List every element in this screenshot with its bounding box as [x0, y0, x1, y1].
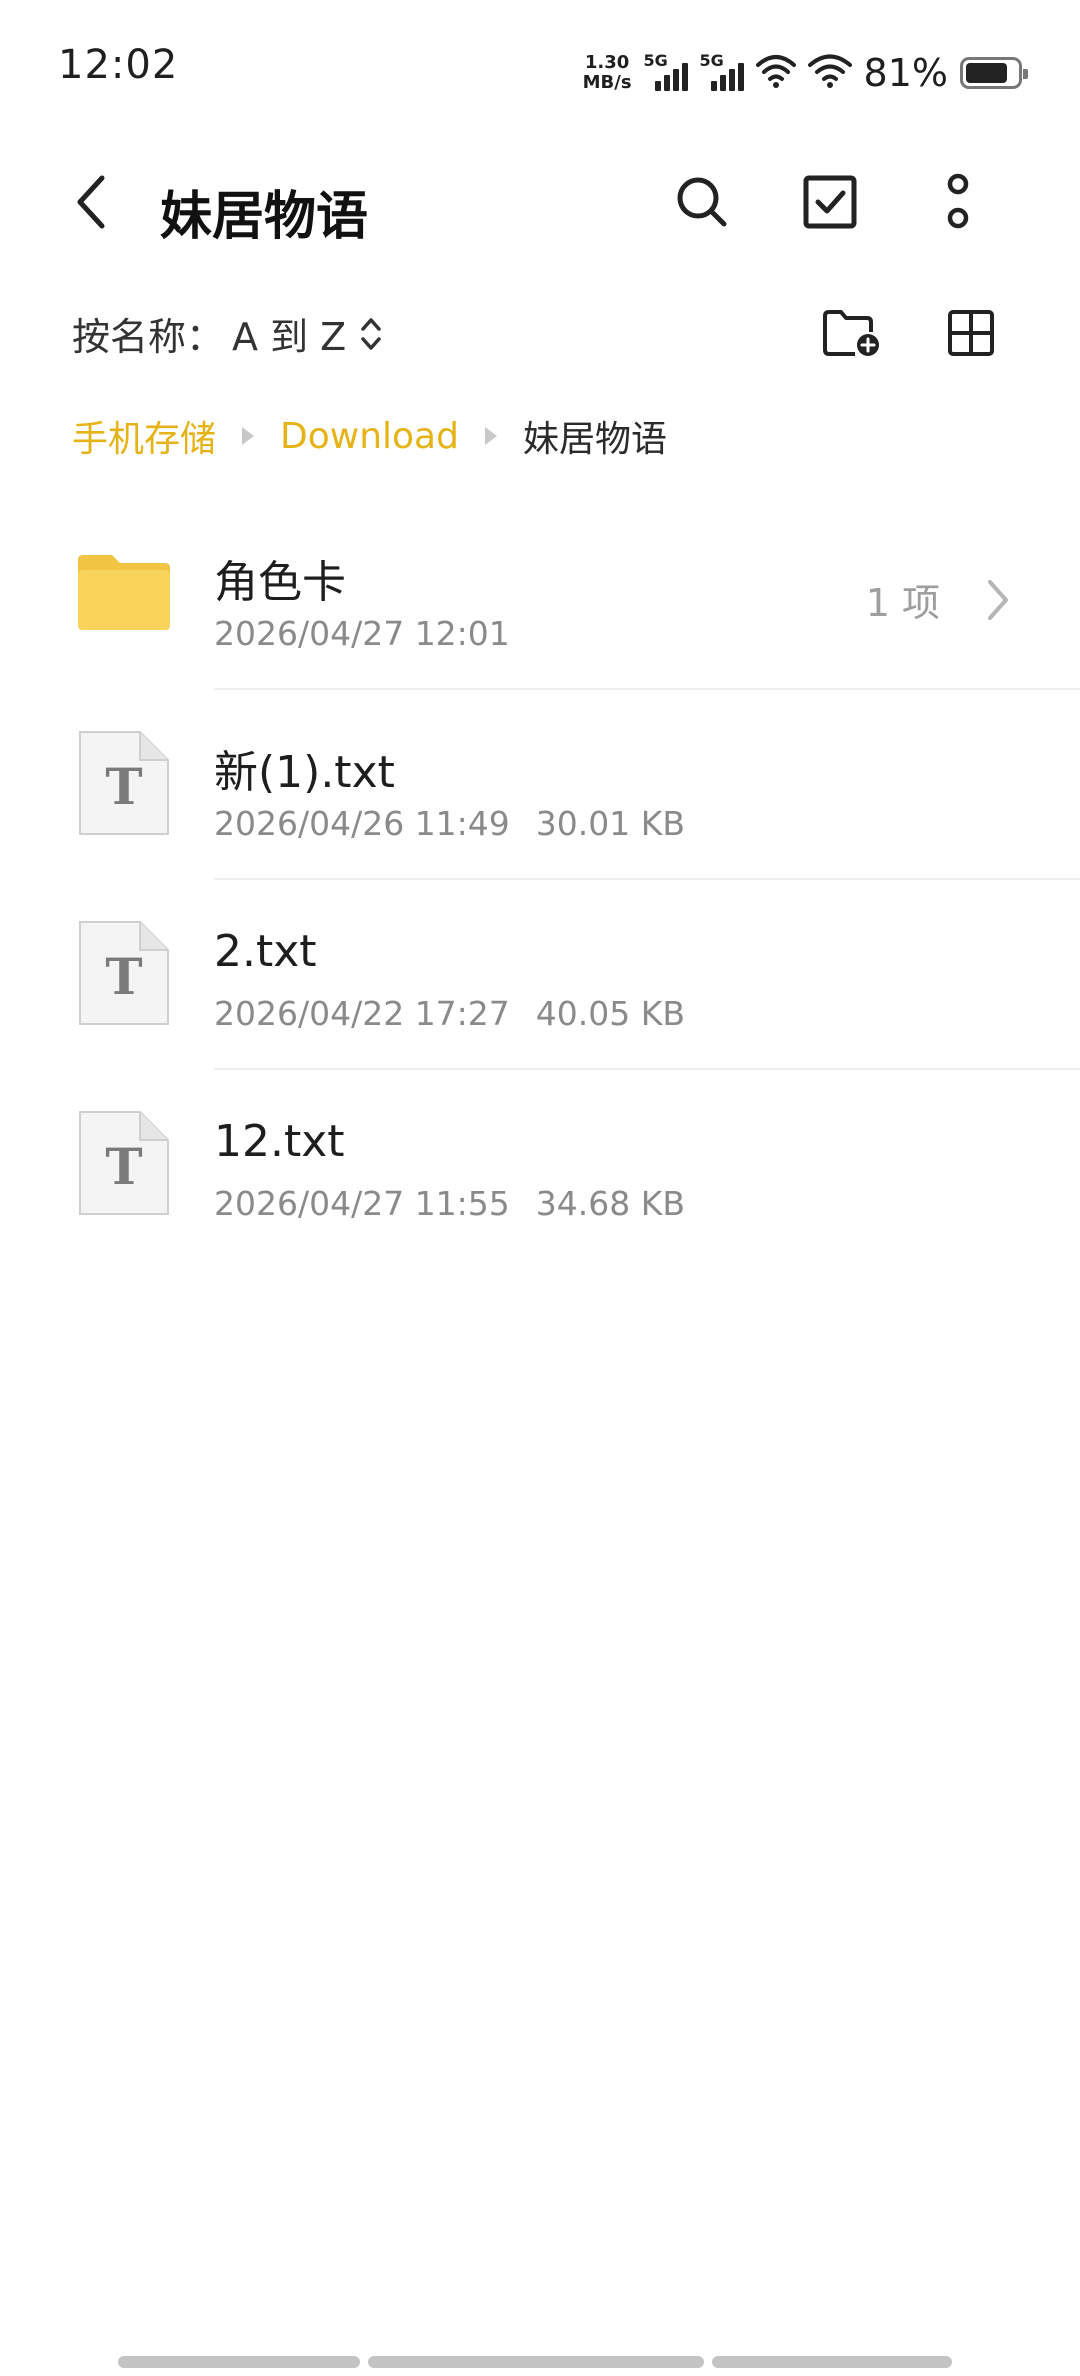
- svg-text:T: T: [105, 757, 142, 816]
- checkbox-icon: [802, 174, 858, 234]
- battery-cap: [1023, 69, 1028, 79]
- chevron-right-icon: [986, 578, 1012, 626]
- sort-selector[interactable]: 按名称： A 到 Z: [72, 306, 382, 361]
- text-file-icon: T: [74, 728, 174, 838]
- folder-item-count: 1 项: [865, 581, 940, 625]
- battery-percent: 81%: [863, 51, 948, 95]
- wifi-icon-1: [755, 53, 796, 93]
- network-speed-unit: MB/s: [582, 72, 632, 93]
- view-toggle-button[interactable]: [936, 300, 1006, 370]
- top-app-bar: 妹居物语: [0, 150, 1080, 260]
- file-manager-screen: 12:02 1.30 MB/s 5G 5G 81% 妹居物语 按名称： A 到 …: [0, 0, 1080, 2376]
- breadcrumb-phone-storage[interactable]: 手机存储: [72, 410, 216, 462]
- list-item-folder[interactable]: 角色卡 2026/04/27 12:01 1 项: [0, 500, 1080, 690]
- file-meta: 2026/04/27 11:55 34.68 KB: [214, 1184, 685, 1223]
- nav-segment-right[interactable]: [712, 2356, 952, 2368]
- status-time: 12:02: [58, 42, 179, 88]
- file-size: 34.68 KB: [535, 1184, 686, 1223]
- file-name: 2.txt: [214, 926, 317, 977]
- svg-text:T: T: [105, 1137, 142, 1196]
- file-list: 角色卡 2026/04/27 12:01 1 项 T 新(1).txt 2026…: [0, 500, 1080, 1260]
- list-item-file[interactable]: T 新(1).txt 2026/04/26 11:49 30.01 KB: [0, 690, 1080, 880]
- nav-segment-left[interactable]: [118, 2356, 360, 2368]
- signal-sim1-icon: 5G: [644, 53, 688, 93]
- breadcrumb-separator-icon: [242, 427, 255, 445]
- search-button[interactable]: [664, 166, 740, 242]
- battery-level-fill: [966, 63, 1007, 83]
- svg-text:T: T: [105, 947, 142, 1006]
- more-options-button[interactable]: [920, 166, 996, 242]
- file-name: 角色卡: [214, 557, 346, 608]
- sort-value: A 到 Z: [232, 315, 347, 359]
- file-name: 新(1).txt: [214, 747, 395, 798]
- list-item-file[interactable]: T 12.txt 2026/04/27 11:55 34.68 KB: [0, 1070, 1080, 1260]
- file-meta: 2026/04/26 11:49 30.01 KB: [214, 804, 685, 843]
- nav-segment-center[interactable]: [368, 2356, 704, 2368]
- select-mode-button[interactable]: [792, 166, 868, 242]
- network-speed: 1.30 MB/s: [583, 53, 632, 93]
- file-modified-date: 2026/04/27 12:01: [214, 614, 510, 653]
- text-file-icon: T: [74, 918, 174, 1028]
- status-bar: 12:02 1.30 MB/s 5G 5G 81%: [0, 0, 1080, 140]
- file-date: 2026/04/27 12:01: [214, 614, 510, 653]
- file-meta: 2026/04/22 17:27 40.05 KB: [214, 994, 685, 1033]
- back-arrow-icon: [72, 174, 112, 234]
- breadcrumb-download[interactable]: Download: [280, 416, 459, 457]
- breadcrumb: 手机存储 Download 妹居物语: [72, 410, 667, 462]
- file-modified-date: 2026/04/22 17:27: [214, 994, 510, 1033]
- file-size: 30.01 KB: [535, 804, 686, 843]
- sort-row: 按名称： A 到 Z: [0, 300, 1080, 370]
- folder-icon: [74, 538, 174, 648]
- signal-sim2-icon: 5G: [700, 53, 744, 93]
- breadcrumb-current-folder: 妹居物语: [522, 419, 667, 460]
- back-button[interactable]: [54, 166, 130, 242]
- page-title: 妹居物语: [160, 187, 369, 247]
- sort-label: 按名称：: [72, 315, 225, 359]
- battery-icon: [960, 57, 1028, 89]
- sort-updown-icon: [360, 314, 382, 354]
- bottom-navigation-bar: [0, 2346, 1080, 2376]
- wifi-icon-2: [807, 53, 852, 93]
- file-name: 12.txt: [214, 1116, 345, 1167]
- file-size: 40.05 KB: [535, 994, 686, 1033]
- new-folder-icon: [821, 308, 881, 362]
- grid-view-icon: [947, 309, 995, 361]
- text-file-icon: T: [74, 1108, 174, 1218]
- search-icon: [674, 174, 730, 234]
- breadcrumb-separator-icon: [484, 427, 497, 445]
- file-modified-date: 2026/04/27 11:55: [214, 1184, 510, 1223]
- list-item-file[interactable]: T 2.txt 2026/04/22 17:27 40.05 KB: [0, 880, 1080, 1070]
- network-speed-value: 1.30: [584, 52, 630, 73]
- new-folder-button[interactable]: [816, 300, 886, 370]
- more-vertical-icon: [943, 172, 973, 236]
- status-indicators: 1.30 MB/s 5G 5G 81%: [583, 48, 1028, 98]
- file-modified-date: 2026/04/26 11:49: [214, 804, 510, 843]
